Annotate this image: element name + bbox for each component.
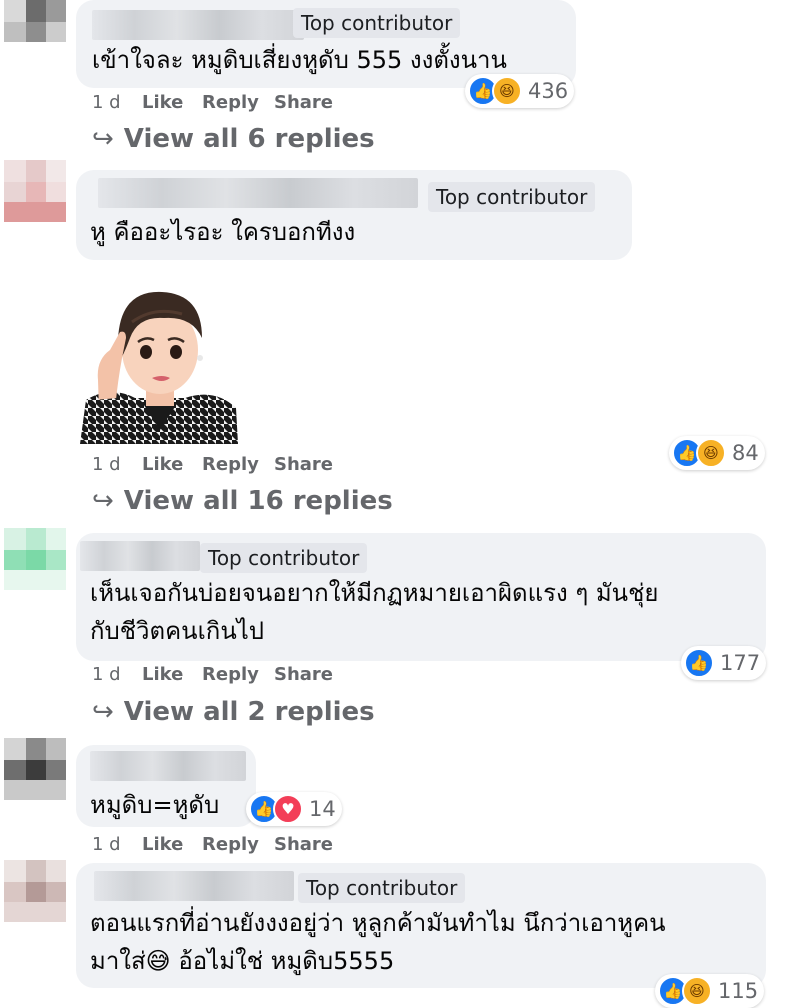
reaction-count: 115 [718, 979, 759, 1003]
avatar[interactable] [4, 160, 66, 222]
reaction-summary[interactable]: 👍 😆 436 [465, 74, 575, 108]
like-button[interactable]: Like [142, 454, 183, 475]
share-button[interactable]: Share [274, 834, 333, 855]
reply-button[interactable]: Reply [202, 834, 259, 855]
comment-text: หู คืออะไรอะ ใครบอกทีงง [90, 218, 356, 246]
reply-button[interactable]: Reply [202, 454, 259, 475]
reaction-summary[interactable]: 👍 😆 115 [655, 974, 765, 1008]
share-button[interactable]: Share [274, 454, 333, 475]
author-name[interactable] [94, 871, 294, 901]
reaction-count: 84 [732, 441, 759, 465]
reply-button[interactable]: Reply [202, 664, 259, 685]
author-name[interactable] [98, 178, 418, 208]
comment-text: เข้าใจละ หมูดิบเสี่ยงหูดับ 555 งงตั้งนาน [92, 46, 507, 74]
comment-time[interactable]: 1 d [92, 664, 121, 685]
view-replies-link[interactable]: ↪ View all 16 replies [92, 486, 393, 516]
haha-icon: 😆 [696, 438, 726, 468]
comment-bubble: Top contributor หู คืออะไรอะ ใครบอกทีงง [76, 170, 632, 260]
like-icon: 👍 [684, 648, 714, 678]
comment-text: กับชีวิตคนเกินไป [90, 617, 265, 645]
top-contributor-badge: Top contributor [200, 543, 368, 573]
comment-time[interactable]: 1 d [92, 92, 121, 113]
reply-arrow-icon: ↪ [92, 124, 114, 154]
avatar[interactable] [4, 528, 66, 590]
comment-bubble: Top contributor ตอนแรกที่อ่านยังงงอยู่ว่… [76, 863, 766, 988]
author-name[interactable] [80, 541, 200, 571]
reply-button[interactable]: Reply [202, 92, 259, 113]
comment-text: ตอนแรกที่อ่านยังงงอยู่ว่า หูลูกค้ามันทำไ… [90, 909, 666, 937]
comment-bubble: หมูดิบ=หูดับ [76, 745, 256, 827]
comment-time[interactable]: 1 d [92, 454, 121, 475]
author-name[interactable] [92, 10, 304, 40]
comment-text: มาใส่😅 อ้อไม่ใช่ หมูดิบ5555 [90, 947, 395, 975]
avatar[interactable] [4, 0, 66, 62]
top-contributor-badge: Top contributor [298, 873, 466, 903]
top-contributor-badge: Top contributor [293, 8, 461, 38]
avatar-sticker[interactable] [80, 280, 240, 444]
avatar[interactable] [4, 860, 66, 922]
haha-icon: 😆 [492, 76, 522, 106]
avatar[interactable] [4, 738, 66, 800]
reaction-summary[interactable]: 👍 😆 84 [669, 436, 765, 470]
reply-arrow-icon: ↪ [92, 697, 114, 727]
like-button[interactable]: Like [142, 834, 183, 855]
reaction-summary[interactable]: 👍 ♥ 14 [246, 792, 342, 826]
like-button[interactable]: Like [142, 664, 183, 685]
share-button[interactable]: Share [274, 664, 333, 685]
haha-icon: 😆 [682, 976, 712, 1006]
reaction-count: 14 [309, 797, 336, 821]
top-contributor-badge: Top contributor [428, 182, 596, 212]
share-button[interactable]: Share [274, 92, 333, 113]
comment-text: เห็นเจอกันบ่อยจนอยากให้มีกฏหมายเอาผิดแรง… [90, 579, 659, 607]
view-replies-link[interactable]: ↪ View all 6 replies [92, 124, 375, 154]
reaction-count: 177 [720, 651, 761, 675]
reaction-count: 436 [528, 79, 569, 103]
author-name[interactable] [90, 751, 246, 781]
view-replies-link[interactable]: ↪ View all 2 replies [92, 697, 375, 727]
comment-text: หมูดิบ=หูดับ [90, 791, 220, 819]
comment-time[interactable]: 1 d [92, 834, 121, 855]
reply-arrow-icon: ↪ [92, 486, 114, 516]
love-icon: ♥ [273, 794, 303, 824]
comment-bubble: Top contributor เห็นเจอกันบ่อยจนอยากให้ม… [76, 533, 766, 661]
reaction-summary[interactable]: 👍 177 [681, 646, 767, 680]
like-button[interactable]: Like [142, 92, 183, 113]
